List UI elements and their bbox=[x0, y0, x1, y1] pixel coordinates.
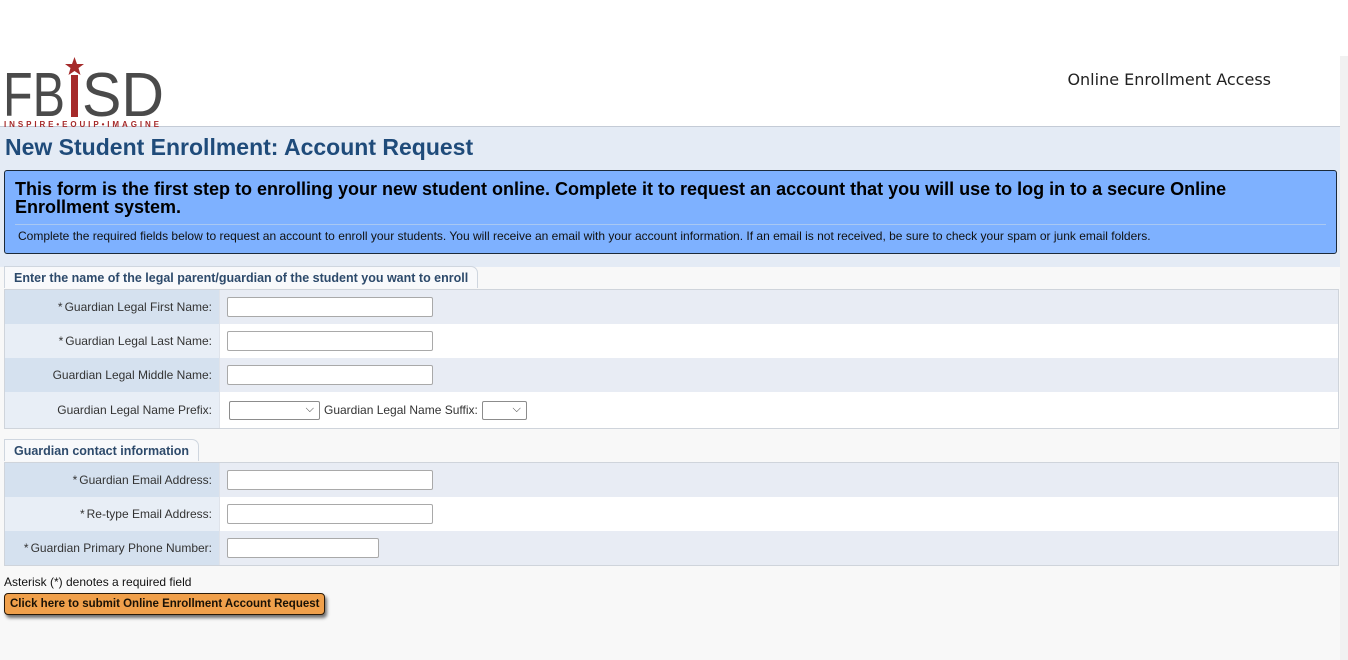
app-title: Online Enrollment Access bbox=[1067, 70, 1271, 89]
tab-contact-info: Guardian contact information bbox=[4, 439, 200, 461]
email-label: * Guardian Email Address: bbox=[5, 463, 220, 497]
row-prefix-suffix: Guardian Legal Name Prefix: ⌵ Guardian L… bbox=[5, 392, 1338, 428]
right-edge bbox=[1340, 56, 1348, 660]
required-marker: * bbox=[23, 541, 29, 555]
contact-section: * Guardian Email Address: * Re-type Emai… bbox=[4, 462, 1339, 566]
guardian-name-section: * Guardian Legal First Name: * Guardian … bbox=[4, 289, 1339, 429]
prefix-label: Guardian Legal Name Prefix: bbox=[5, 392, 220, 428]
phone-input[interactable] bbox=[227, 538, 379, 558]
email-input[interactable] bbox=[227, 470, 433, 490]
last-name-label: * Guardian Legal Last Name: bbox=[5, 324, 220, 358]
row-first-name: * Guardian Legal First Name: bbox=[5, 290, 1338, 324]
row-email: * Guardian Email Address: bbox=[5, 463, 1338, 497]
row-email-confirm: * Re-type Email Address: bbox=[5, 497, 1338, 531]
chevron-down-icon: ⌵ bbox=[305, 402, 314, 415]
email-confirm-label: * Re-type Email Address: bbox=[5, 497, 220, 531]
top-spacer bbox=[0, 0, 1348, 56]
required-field-note: Asterisk (*) denotes a required field bbox=[4, 575, 192, 589]
first-name-label: * Guardian Legal First Name: bbox=[5, 290, 220, 324]
first-name-input[interactable] bbox=[227, 297, 433, 317]
prefix-select[interactable]: ⌵ bbox=[229, 400, 320, 420]
tab-guardian-name: Enter the name of the legal parent/guard… bbox=[4, 266, 479, 288]
info-divider bbox=[15, 224, 1326, 225]
last-name-input[interactable] bbox=[227, 331, 433, 351]
info-headline: This form is the first step to enrolling… bbox=[15, 179, 1227, 217]
submit-button[interactable]: Click here to submit Online Enrollment A… bbox=[4, 593, 326, 615]
email-confirm-input[interactable] bbox=[227, 504, 433, 524]
page-title: New Student Enrollment: Account Request bbox=[5, 134, 474, 160]
required-marker: * bbox=[57, 300, 63, 314]
site-header: FB SD INSPIRE•EQUIP•IMAGINE Online Enrol… bbox=[0, 56, 1340, 128]
chevron-down-icon: ⌵ bbox=[512, 402, 521, 415]
middle-name-input[interactable] bbox=[227, 365, 433, 385]
suffix-select[interactable]: ⌵ bbox=[481, 400, 527, 420]
info-subtext: Complete the required fields below to re… bbox=[18, 229, 1151, 243]
row-phone: * Guardian Primary Phone Number: bbox=[5, 531, 1338, 565]
phone-label: * Guardian Primary Phone Number: bbox=[5, 531, 220, 565]
info-banner: This form is the first step to enrolling… bbox=[4, 170, 1337, 254]
svg-text:FB: FB bbox=[3, 61, 65, 128]
svg-text:SD: SD bbox=[82, 61, 164, 128]
row-last-name: * Guardian Legal Last Name: bbox=[5, 324, 1338, 358]
fbisd-logo[interactable]: FB SD INSPIRE•EQUIP•IMAGINE bbox=[3, 56, 168, 128]
middle-name-label: Guardian Legal Middle Name: bbox=[5, 358, 220, 392]
suffix-label: Guardian Legal Name Suffix: bbox=[324, 403, 478, 417]
row-middle-name: Guardian Legal Middle Name: bbox=[5, 358, 1338, 392]
required-marker: * bbox=[79, 507, 85, 521]
required-marker: * bbox=[72, 473, 78, 487]
required-marker: * bbox=[58, 334, 64, 348]
